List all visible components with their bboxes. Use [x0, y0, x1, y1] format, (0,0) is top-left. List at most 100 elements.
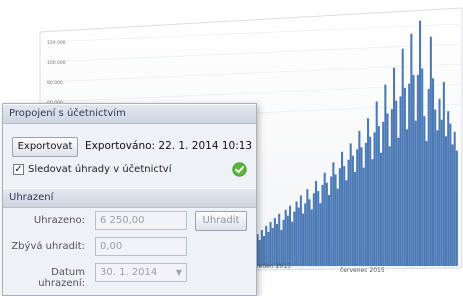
paid-label: Uhrazeno:	[33, 215, 85, 226]
remaining-amount-field[interactable]: 0,00	[95, 237, 187, 256]
chart-bar	[451, 144, 454, 266]
chart-bar	[282, 219, 285, 266]
chart-bar	[319, 203, 322, 266]
chart-bar	[373, 132, 376, 266]
sync-payments-label: Sledovat úhrady v účetnictví	[28, 164, 172, 175]
chart-bar	[260, 230, 263, 266]
chart-bar	[416, 74, 419, 267]
chart-bar	[317, 191, 320, 266]
chart-bar	[321, 184, 324, 266]
chart-bar	[386, 113, 389, 267]
chart-bar	[414, 120, 417, 267]
paid-amount-field[interactable]: 6 250,00	[95, 211, 187, 230]
chart-bar	[388, 146, 391, 266]
chart-bar	[343, 166, 346, 266]
chart-bar	[403, 87, 406, 266]
chart-bar	[291, 221, 294, 266]
chart-bar	[384, 84, 387, 266]
export-button[interactable]: Exportovat	[12, 137, 78, 157]
chart-bar	[325, 182, 328, 266]
payment-date-picker[interactable]: 30. 1. 2014 ▼	[95, 263, 187, 282]
sync-payments-checkbox[interactable]: ✓	[13, 164, 24, 175]
chevron-down-icon[interactable]: ▼	[176, 264, 182, 281]
chart-bar	[397, 137, 400, 266]
chart-bar	[412, 75, 415, 266]
chart-bar	[306, 189, 309, 266]
chart-bar	[449, 123, 452, 266]
chart-bar	[349, 143, 352, 266]
chart-bar	[269, 221, 272, 266]
remaining-label: Zbývá uhradit:	[11, 241, 85, 252]
chart-bar	[367, 118, 370, 266]
chart-bar	[419, 20, 422, 266]
chart-bar	[293, 211, 296, 266]
chart-bar	[429, 36, 432, 267]
chart-bar	[406, 129, 409, 266]
chart-bar	[447, 111, 450, 266]
chart-bar	[401, 48, 404, 266]
chart-bar	[354, 171, 357, 266]
chart-bar	[427, 88, 430, 267]
chart-bar	[345, 180, 348, 266]
chart-bar	[455, 150, 458, 266]
chart-bar	[390, 109, 393, 266]
chart-bar	[310, 209, 313, 266]
chart-bar	[332, 162, 335, 266]
chart-bar	[423, 116, 426, 267]
chart-bar	[360, 147, 363, 266]
chart-bar	[425, 141, 428, 266]
chart-bar	[442, 81, 445, 267]
chart-bar	[336, 188, 339, 266]
chart-bar	[302, 213, 305, 266]
check-ok-icon	[232, 162, 247, 177]
chart-bar	[280, 229, 283, 266]
chart-bar	[382, 121, 385, 266]
chart-bar	[380, 152, 383, 266]
accounting-link-header: Propojení s účetnictvím	[3, 104, 256, 124]
chart-bar	[289, 205, 292, 266]
y-tick-label: 80 000	[47, 80, 63, 86]
pay-button[interactable]: Uhradit	[195, 211, 247, 231]
chart-bar	[371, 159, 374, 266]
chart-bar	[445, 136, 448, 266]
payment-date-label: Datum uhrazení:	[38, 267, 85, 289]
chart-bar	[271, 227, 274, 266]
chart-bar	[267, 232, 270, 266]
chart-bar	[377, 126, 380, 266]
chart-bar	[434, 109, 437, 266]
chart-bar	[295, 201, 298, 266]
chart-bar	[286, 215, 289, 266]
chart-bar	[393, 67, 396, 266]
y-tick-label: 100 000	[47, 60, 66, 66]
x-axis-label: leden 2015	[257, 263, 291, 270]
chart-bar	[323, 172, 326, 266]
chart-bar	[356, 149, 359, 266]
chart-bar	[276, 223, 279, 266]
chart-bar	[284, 209, 287, 266]
chart-bar	[369, 136, 372, 266]
y-tick-label: 120 000	[47, 40, 66, 46]
chart-bar	[440, 119, 443, 266]
chart-bar	[263, 236, 266, 266]
chart-bar	[304, 203, 307, 266]
chart-bar	[358, 130, 361, 266]
chart-bar	[273, 217, 276, 266]
chart-bar	[453, 131, 456, 266]
chart-bar	[362, 167, 365, 266]
chart-bar	[338, 168, 341, 266]
chart-bar	[364, 142, 367, 266]
payment-date-value: 30. 1. 2014	[100, 267, 158, 278]
chart-bar	[334, 174, 337, 266]
chart-bar	[312, 193, 315, 266]
invoice-payment-panel: Propojení s účetnictvím Exportovat Expor…	[2, 103, 257, 296]
chart-bar	[341, 151, 344, 266]
chart-bar	[297, 207, 300, 266]
x-axis-label: červenec 2015	[340, 267, 385, 274]
chart-bar	[421, 68, 424, 266]
chart-bar	[330, 176, 333, 266]
payment-header: Uhrazení	[3, 188, 256, 208]
chart-bar	[299, 195, 302, 266]
chart-bar	[328, 194, 331, 266]
chart-bar	[308, 199, 311, 266]
chart-bar	[278, 213, 281, 266]
